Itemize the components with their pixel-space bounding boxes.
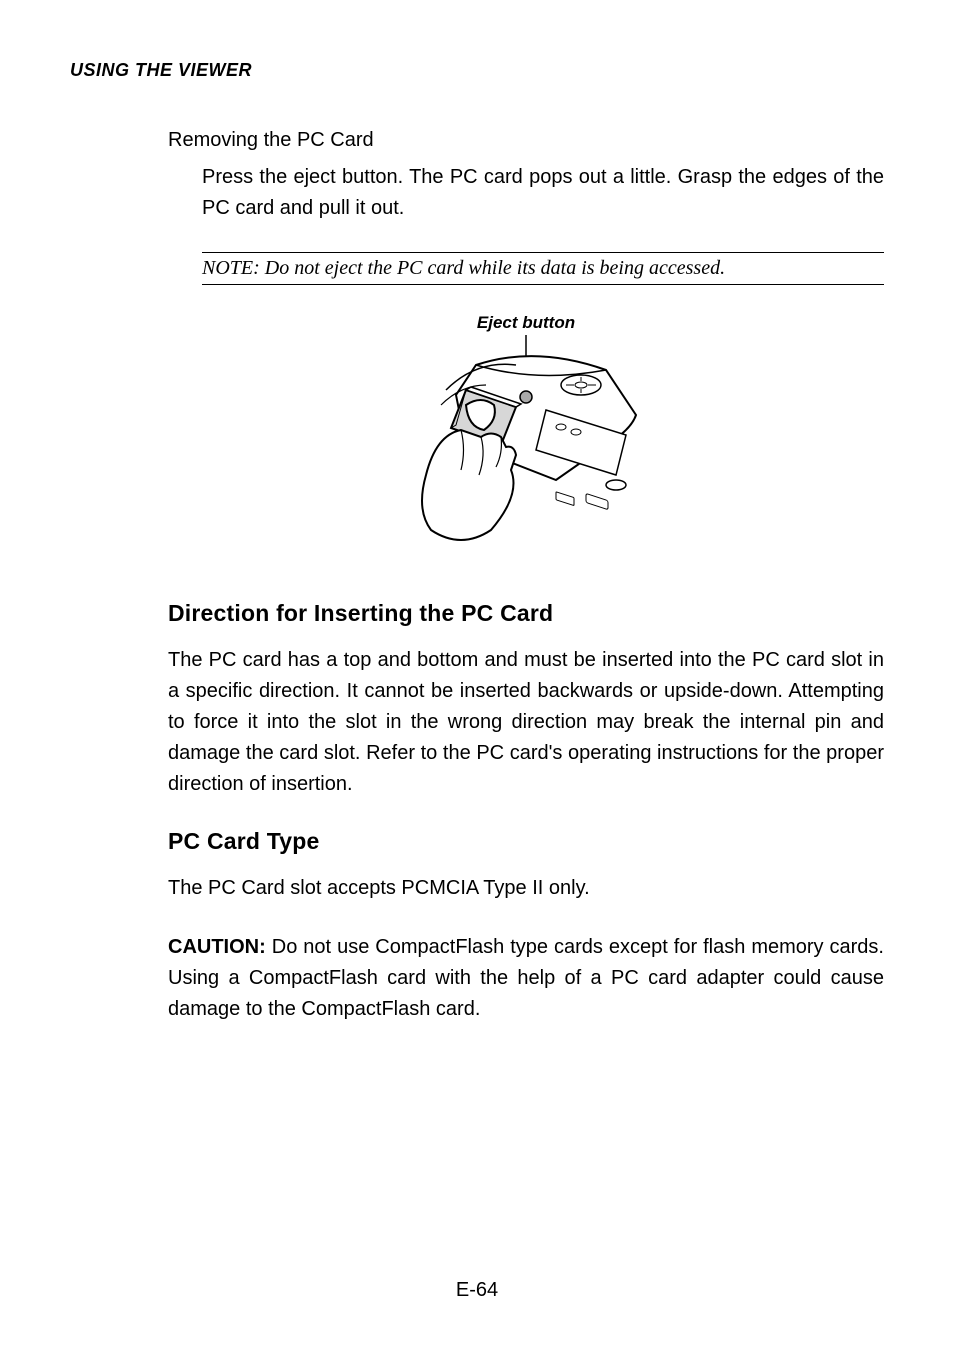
caution-label: CAUTION: [168, 936, 266, 958]
note-text: NOTE: Do not eject the PC card while its… [202, 257, 725, 279]
note-box: NOTE: Do not eject the PC card while its… [202, 252, 884, 285]
figure-caption: Eject button [168, 313, 884, 333]
running-header: USING THE VIEWER [70, 60, 884, 81]
section-cardtype-heading: PC Card Type [168, 828, 884, 855]
document-page: USING THE VIEWER Removing the PC Card Pr… [0, 0, 954, 1352]
section-direction-body: The PC card has a top and bottom and mus… [168, 645, 884, 800]
section-removing-title: Removing the PC Card [168, 129, 884, 152]
page-content: Removing the PC Card Press the eject but… [70, 129, 884, 1025]
figure: Eject button [168, 313, 884, 560]
section-cardtype-body: The PC Card slot accepts PCMCIA Type II … [168, 873, 884, 904]
caution-paragraph: CAUTION: Do not use CompactFlash type ca… [168, 932, 884, 1025]
page-number: E-64 [0, 1279, 954, 1302]
caution-body: Do not use CompactFlash type cards excep… [168, 936, 884, 1020]
pc-card-eject-illustration-icon [406, 335, 646, 555]
section-removing-body-wrap: Press the eject button. The PC card pops… [168, 162, 884, 285]
section-direction-heading: Direction for Inserting the PC Card [168, 600, 884, 627]
section-removing-body: Press the eject button. The PC card pops… [202, 162, 884, 224]
